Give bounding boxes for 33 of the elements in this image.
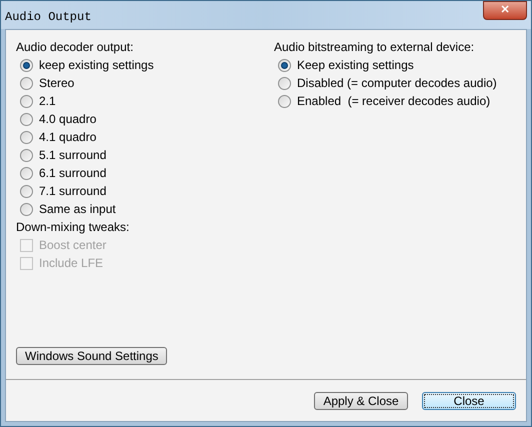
radio-option[interactable]: 2.1 <box>20 92 274 110</box>
radio-button[interactable] <box>20 148 33 162</box>
radio-button[interactable] <box>20 112 33 126</box>
radio-option[interactable]: Stereo <box>20 74 274 92</box>
section-heading: Down-mixing tweaks: <box>16 219 130 236</box>
sound-settings-button[interactable]: Windows Sound Settings <box>16 347 168 365</box>
window-title: Audio Output <box>5 9 92 26</box>
dialog-button[interactable]: Apply & Close <box>314 392 408 410</box>
radio-option[interactable]: 5.1 surround <box>20 146 274 164</box>
radio-button[interactable] <box>20 130 33 144</box>
checkbox-label: Boost center <box>39 237 106 254</box>
radio-button[interactable] <box>20 184 33 198</box>
radio-option[interactable]: keep existing settings <box>20 56 274 74</box>
radio-button[interactable] <box>20 76 33 90</box>
radio-button[interactable] <box>278 58 291 72</box>
section-heading: Audio bitstreaming to external device: <box>274 39 476 56</box>
radio-option[interactable]: Same as input <box>20 200 274 218</box>
radio-button[interactable] <box>278 94 291 108</box>
radio-button[interactable] <box>278 76 291 90</box>
radio-option[interactable]: Disabled (= computer decodes audio) <box>278 74 497 92</box>
checkbox-label: Include LFE <box>39 255 104 272</box>
radio-option[interactable]: 6.1 surround <box>20 164 274 182</box>
radio-option[interactable]: Enabled (= receiver decodes audio) <box>278 92 497 110</box>
radio-option[interactable]: 4.0 quadro <box>20 110 274 128</box>
radio-button[interactable] <box>20 202 33 216</box>
radio-button[interactable] <box>20 94 33 108</box>
dialog-button[interactable]: Close <box>422 392 516 410</box>
radio-button[interactable] <box>20 58 33 72</box>
radio-button[interactable] <box>20 166 33 180</box>
radio-option[interactable]: 4.1 quadro <box>20 128 274 146</box>
radio-option[interactable]: 7.1 surround <box>20 182 274 200</box>
radio-option[interactable]: Keep existing settings <box>278 56 497 74</box>
section-heading: Audio decoder output: <box>16 39 134 56</box>
